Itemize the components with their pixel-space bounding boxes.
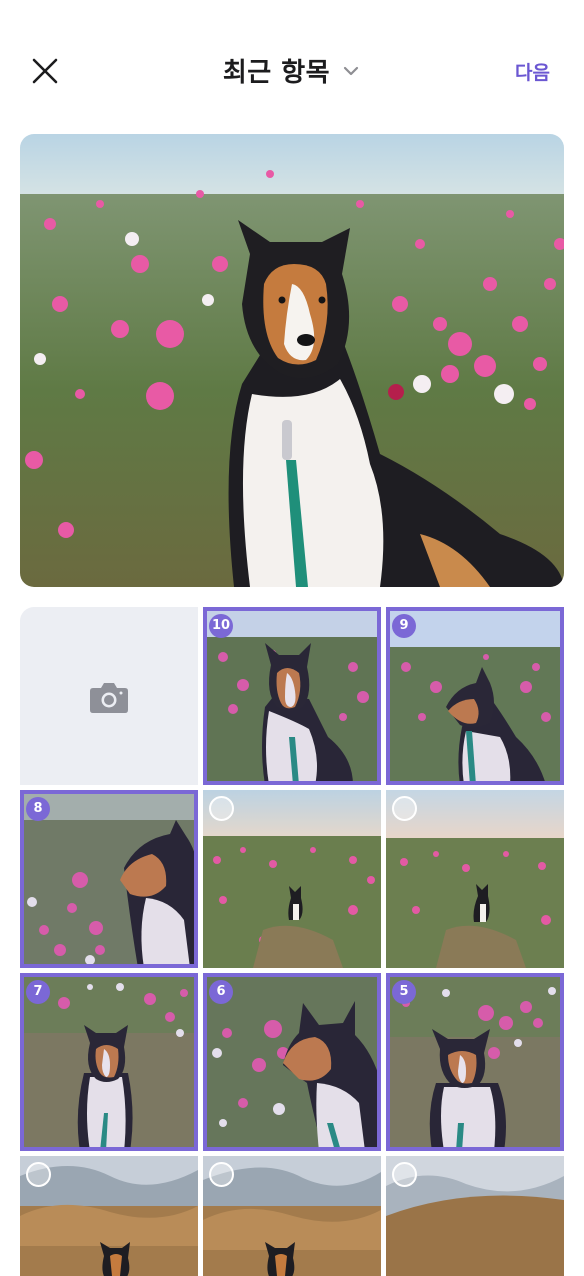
camera-icon	[90, 683, 128, 713]
preview-image	[20, 134, 564, 587]
album-selector[interactable]: 최근 항목	[0, 52, 584, 89]
photo-thumbnail[interactable]: 9	[386, 607, 564, 785]
photo-thumbnail[interactable]: 5	[386, 973, 564, 1151]
photo-thumbnail[interactable]: 10	[203, 607, 381, 785]
photo-thumbnail[interactable]: 6	[203, 973, 381, 1151]
photo-thumbnail[interactable]	[203, 1156, 381, 1276]
selection-order-badge: 5	[392, 980, 416, 1004]
chevron-down-icon	[344, 66, 359, 75]
top-bar: 최근 항목 다음	[0, 0, 584, 120]
selection-circle	[209, 1162, 234, 1187]
selection-order-badge: 10	[209, 614, 233, 638]
selected-photo-preview	[20, 134, 564, 587]
photo-thumbnail[interactable]: 8	[20, 790, 198, 968]
selection-order-badge: 7	[26, 980, 50, 1004]
camera-tile[interactable]	[20, 607, 198, 785]
selection-circle	[392, 1162, 417, 1187]
selection-order-badge: 8	[26, 797, 50, 821]
photo-thumbnail[interactable]: 7	[20, 973, 198, 1151]
next-button[interactable]: 다음	[515, 58, 550, 85]
selection-circle	[209, 796, 234, 821]
photo-thumbnail[interactable]	[203, 790, 381, 968]
photo-thumbnail[interactable]	[386, 790, 564, 968]
photo-thumbnail[interactable]	[20, 1156, 198, 1276]
selection-circle	[26, 1162, 51, 1187]
album-title: 최근 항목	[222, 58, 331, 88]
photo-thumbnail[interactable]	[386, 1156, 564, 1276]
selection-order-badge: 6	[209, 980, 233, 1004]
selection-order-badge: 9	[392, 614, 416, 638]
selection-circle	[392, 796, 417, 821]
